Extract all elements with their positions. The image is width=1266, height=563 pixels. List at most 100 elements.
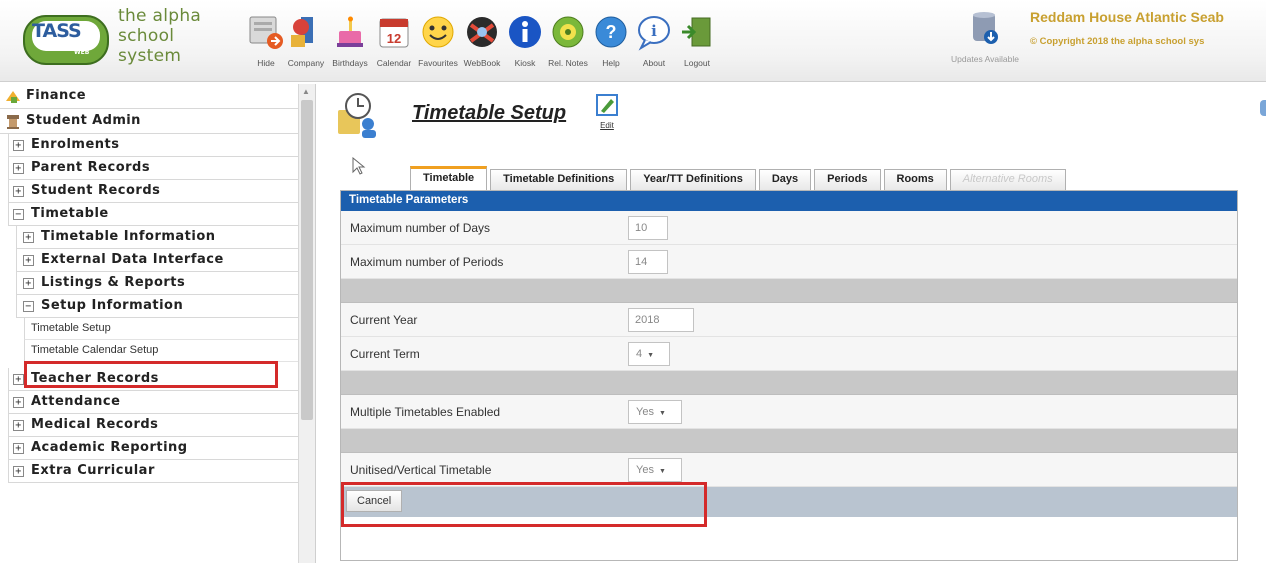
page-title: Timetable Setup (412, 102, 567, 124)
tab-days[interactable]: Days (758, 169, 812, 190)
nav-attendance-label: Attendance (31, 394, 121, 409)
unitised-vertical-value: Yes (636, 464, 654, 476)
nav-attendance[interactable]: + Attendance (8, 391, 315, 414)
expand-icon[interactable]: + (13, 163, 24, 174)
edit-button[interactable]: Edit (594, 94, 620, 130)
main-content: Timetable Setup Edit Timetable Timetable… (318, 84, 1266, 563)
collapse-icon[interactable]: − (13, 209, 24, 220)
unitised-vertical-label: Unitised/Vertical Timetable (350, 463, 492, 477)
left-navigation: Finance Student Admin + Enrolments + Paren… (0, 84, 316, 563)
current-term-value: 4 (636, 348, 643, 360)
multiple-timetables-row: Multiple Timetables Enabled Yes ▼ (341, 395, 1237, 429)
max-days-label: Maximum number of Days (350, 221, 491, 235)
birthday-cake-icon (337, 16, 363, 47)
calendar-icon: 12 (379, 18, 409, 48)
student-admin-icon (7, 115, 19, 129)
expand-icon[interactable]: + (13, 374, 24, 385)
nav-academic-reporting[interactable]: + Academic Reporting (8, 437, 315, 460)
expand-icon[interactable]: + (13, 186, 24, 197)
logout-button[interactable]: Logout (669, 12, 725, 80)
current-term-label: Current Term (350, 347, 420, 361)
tab-alternative-rooms-label: Alternative Rooms (962, 173, 1053, 185)
tab-periods[interactable]: Periods (814, 169, 881, 190)
max-periods-row: Maximum number of Periods 14 (341, 245, 1237, 279)
multiple-timetables-select[interactable]: Yes ▼ (628, 400, 682, 424)
about-icon: i (638, 16, 670, 51)
nav-finance-label: Finance (26, 88, 86, 103)
max-days-field[interactable]: 10 (628, 216, 668, 240)
nav-medical-records[interactable]: + Medical Records (8, 414, 315, 437)
nav-setup-information[interactable]: − Setup Information (16, 295, 315, 318)
updates-available-button[interactable]: Updates Available (940, 10, 1030, 64)
updates-label: Updates Available (951, 54, 1019, 64)
current-year-row: Current Year 2018 (341, 303, 1237, 337)
dropdown-arrow-icon: ▼ (658, 468, 666, 475)
nav-enrolments[interactable]: + Enrolments (8, 134, 315, 157)
unitised-vertical-row: Unitised/Vertical Timetable Yes ▼ (341, 453, 1237, 487)
max-periods-field[interactable]: 14 (628, 250, 668, 274)
expand-icon[interactable]: + (23, 255, 34, 266)
panel-header: Timetable Parameters (341, 191, 1237, 211)
nav-student-records[interactable]: + Student Records (8, 180, 315, 203)
spacer-row (341, 279, 1237, 303)
smiley-icon (422, 16, 454, 48)
expand-icon[interactable]: + (13, 140, 24, 151)
dropdown-arrow-icon: ▼ (658, 410, 666, 417)
nav-external-data-interface[interactable]: + External Data Interface (16, 249, 315, 272)
cancel-button[interactable]: Cancel (346, 490, 403, 512)
expand-icon[interactable]: + (13, 420, 24, 431)
tab-year-tt-definitions[interactable]: Year/TT Definitions (630, 169, 756, 190)
expand-icon[interactable]: + (13, 397, 24, 408)
nav-setup-information-label: Setup Information (41, 298, 184, 313)
logo-line-3: system (118, 46, 182, 66)
nav-timetable-information-label: Timetable Information (41, 229, 216, 244)
current-term-select[interactable]: 4 ▼ (628, 342, 670, 366)
nav-teacher-records-label: Teacher Records (31, 371, 159, 386)
mouse-pointer-icon (352, 157, 366, 175)
scroll-up-icon[interactable]: ▲ (302, 87, 310, 96)
nav-academic-reporting-label: Academic Reporting (31, 440, 188, 455)
nav-extra-curricular-label: Extra Curricular (31, 463, 155, 478)
svg-text:i: i (651, 22, 657, 40)
unitised-vertical-select[interactable]: Yes ▼ (628, 458, 682, 482)
nav-extra-curricular[interactable]: + Extra Curricular (8, 460, 315, 483)
nav-timetable[interactable]: − Timetable (8, 203, 315, 226)
max-days-row: Maximum number of Days 10 (341, 211, 1237, 245)
release-notes-icon (552, 16, 584, 48)
nav-parent-records-label: Parent Records (31, 160, 151, 175)
nav-timetable-information[interactable]: + Timetable Information (16, 226, 315, 249)
company-icon (291, 17, 313, 47)
nav-listings-reports-label: Listings & Reports (41, 275, 186, 290)
tab-rooms[interactable]: Rooms (883, 169, 947, 190)
collapse-icon[interactable]: − (23, 301, 34, 312)
tab-timetable[interactable]: Timetable (410, 166, 488, 190)
tab-timetable-definitions[interactable]: Timetable Definitions (490, 169, 628, 190)
expand-icon[interactable]: + (23, 278, 34, 289)
nav-timetable-setup[interactable]: Timetable Setup (24, 318, 315, 340)
expand-icon[interactable]: + (13, 443, 24, 454)
side-tab-handle[interactable] (1260, 100, 1266, 116)
scrollbar-thumb[interactable] (301, 100, 313, 420)
expand-icon[interactable]: + (23, 232, 34, 243)
sidebar-scrollbar[interactable]: ▲ (298, 84, 315, 563)
edit-icon (596, 94, 618, 116)
nav-enrolments-label: Enrolments (31, 137, 120, 152)
timetable-setup-icon (338, 93, 376, 138)
current-year-label: Current Year (350, 313, 418, 327)
nav-timetable-label: Timetable (31, 206, 109, 221)
nav-parent-records[interactable]: + Parent Records (8, 157, 315, 180)
nav-teacher-records[interactable]: + Teacher Records (8, 368, 315, 391)
tab-alternative-rooms: Alternative Rooms (949, 169, 1066, 190)
tab-rooms-label: Rooms (896, 173, 934, 185)
nav-finance[interactable]: Finance (0, 84, 315, 109)
nav-listings-reports[interactable]: + Listings & Reports (16, 272, 315, 295)
info-icon (509, 16, 541, 48)
current-year-field[interactable]: 2018 (628, 308, 694, 332)
expand-icon[interactable]: + (13, 466, 24, 477)
nav-timetable-calendar-setup[interactable]: Timetable Calendar Setup (24, 340, 315, 362)
tab-bar: Timetable Timetable Definitions Year/TT … (410, 166, 1066, 190)
nav-medical-records-label: Medical Records (31, 417, 159, 432)
help-icon: ? (595, 16, 627, 48)
logout-icon (682, 17, 711, 47)
nav-student-admin[interactable]: Student Admin (0, 109, 315, 134)
